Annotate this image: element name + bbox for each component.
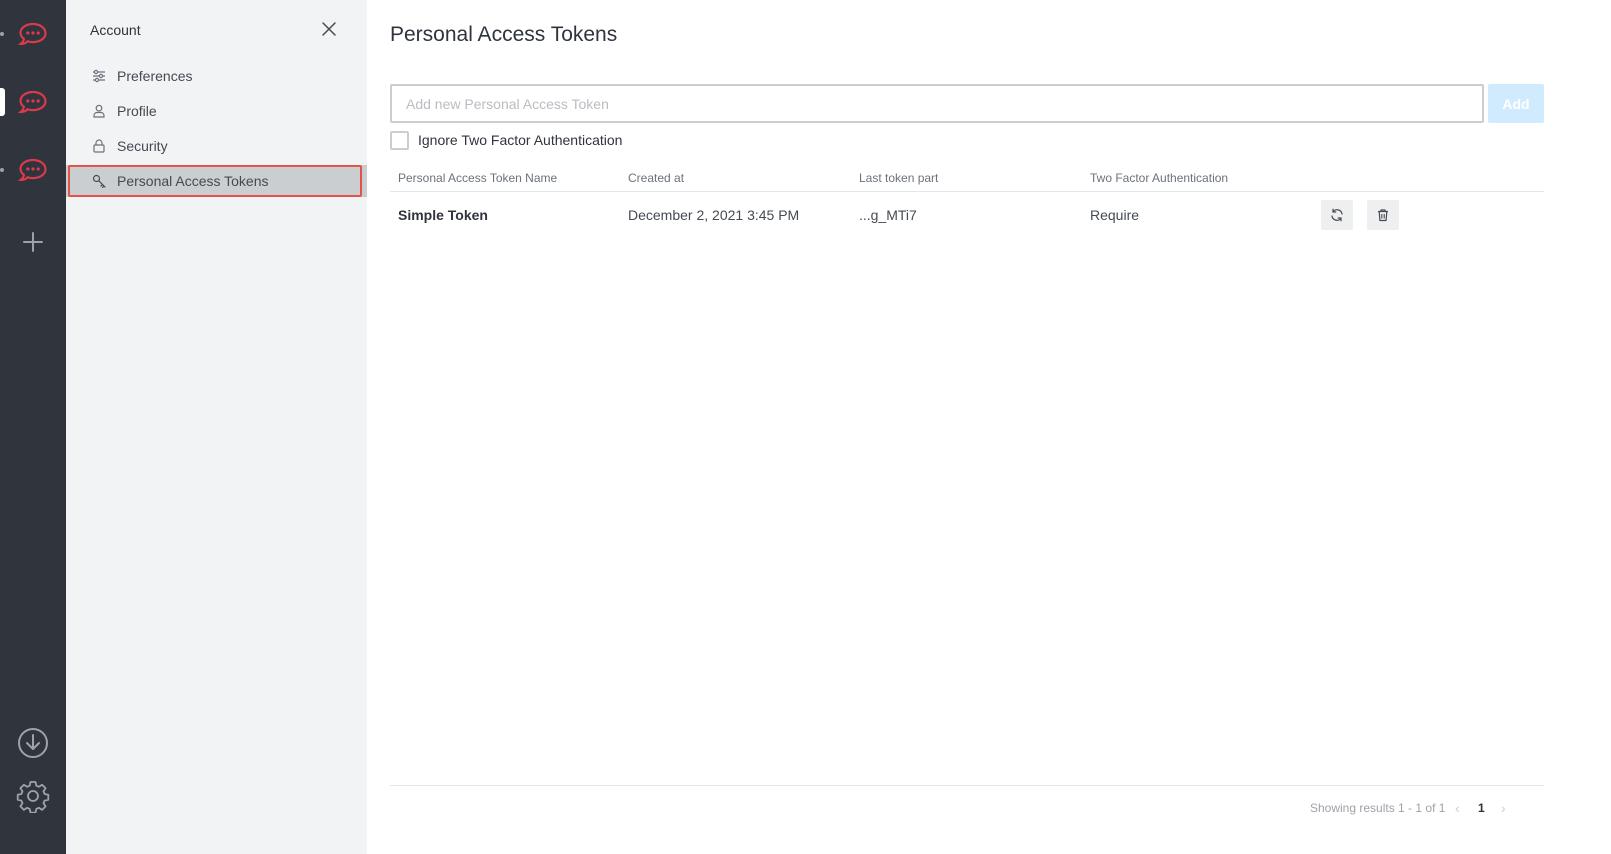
token-name-input[interactable] <box>390 84 1484 123</box>
ignore-2fa-checkbox[interactable] <box>390 130 409 150</box>
download-icon <box>18 728 48 758</box>
lock-icon <box>92 139 106 153</box>
rocketchat-logo-icon <box>18 158 47 182</box>
token-name-cell: Simple Token <box>398 207 488 223</box>
pagination-next[interactable]: › <box>1501 800 1506 816</box>
key-icon <box>92 174 106 188</box>
column-header-created: Created at <box>628 171 685 185</box>
account-sidebar: Account Preferences Profile Security Per… <box>66 0 367 854</box>
column-header-last-part: Last token part <box>859 171 939 185</box>
user-icon <box>92 104 106 118</box>
refresh-icon <box>1331 208 1343 222</box>
sliders-icon <box>92 69 106 83</box>
column-header-name: Personal Access Token Name <box>398 171 558 185</box>
server-rail <box>0 0 66 854</box>
ignore-2fa-row: Ignore Two Factor Authentication <box>390 130 622 150</box>
sidebar-item-label: Preferences <box>117 68 193 84</box>
sidebar-item-personal-access-tokens[interactable]: Personal Access Tokens <box>66 165 367 197</box>
sidebar-item-label: Profile <box>117 103 157 119</box>
pagination-prev[interactable]: ‹ <box>1455 800 1460 816</box>
server-item-1[interactable] <box>0 14 66 54</box>
sidebar-title: Account <box>90 22 141 38</box>
sidebar-item-preferences[interactable]: Preferences <box>66 60 367 92</box>
close-sidebar-button[interactable] <box>320 20 338 38</box>
sidebar-item-profile[interactable]: Profile <box>66 95 367 127</box>
table-row: Simple Token December 2, 2021 3:45 PM ..… <box>390 195 1544 235</box>
regenerate-token-button[interactable] <box>1321 200 1353 230</box>
server-item-3[interactable] <box>0 150 66 190</box>
rocketchat-logo-icon <box>18 22 47 46</box>
page-title: Personal Access Tokens <box>390 23 618 46</box>
two-factor-cell: Require <box>1090 207 1140 223</box>
plus-icon <box>23 232 43 252</box>
sidebar-item-security[interactable]: Security <box>66 130 367 162</box>
footer-divider <box>390 785 1544 786</box>
results-summary: Showing results 1 - 1 of 1 <box>1310 801 1446 815</box>
main-content: Personal Access Tokens Add Ignore Two Fa… <box>367 0 1611 854</box>
last-token-part-cell: ...g_MTi7 <box>859 207 917 223</box>
download-button[interactable] <box>0 726 66 760</box>
trash-icon <box>1378 209 1388 222</box>
rocketchat-logo-icon <box>18 90 47 114</box>
delete-token-button[interactable] <box>1367 200 1399 230</box>
add-token-button[interactable]: Add <box>1488 84 1544 123</box>
table-header: Personal Access Token Name Created at La… <box>390 167 1544 192</box>
column-header-two-factor: Two Factor Authentication <box>1090 171 1229 185</box>
ignore-2fa-label: Ignore Two Factor Authentication <box>418 132 623 148</box>
created-at-cell: December 2, 2021 3:45 PM <box>628 207 800 223</box>
settings-button[interactable] <box>0 778 66 814</box>
sidebar-item-label: Security <box>117 138 168 154</box>
pagination-page-1[interactable]: 1 <box>1478 801 1485 815</box>
sidebar-item-label: Personal Access Tokens <box>117 173 269 189</box>
add-server-button[interactable] <box>0 228 66 256</box>
server-item-2[interactable] <box>0 82 66 122</box>
close-icon <box>322 22 336 36</box>
gear-icon <box>16 781 50 813</box>
